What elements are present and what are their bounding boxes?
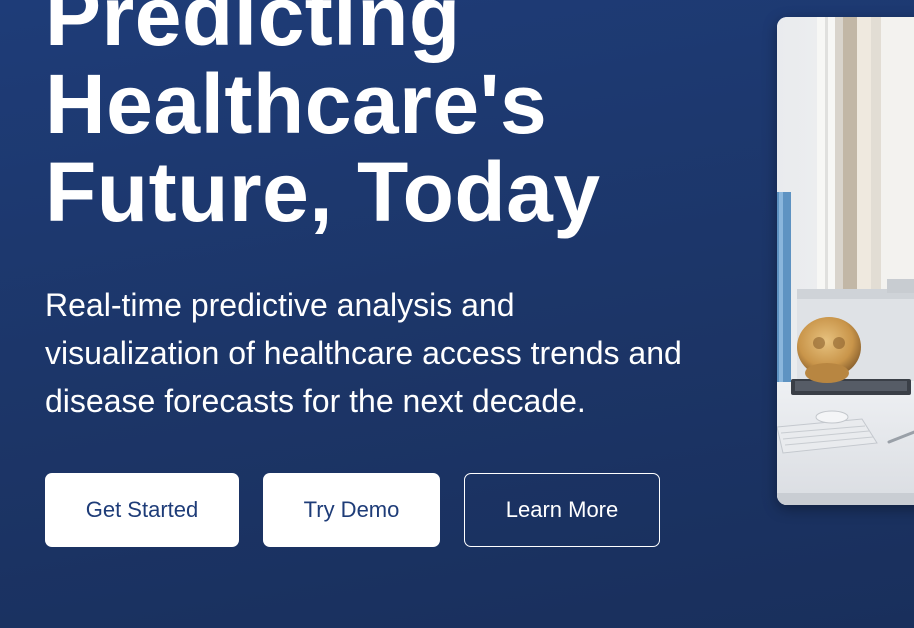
- get-started-button[interactable]: Get Started: [45, 473, 239, 547]
- hero-subtitle: Real-time predictive analysis and visual…: [45, 281, 785, 425]
- try-demo-label: Try Demo: [303, 497, 400, 522]
- hero-title-line-1: Predicting: [45, 0, 461, 63]
- try-demo-button[interactable]: Try Demo: [263, 473, 440, 547]
- hero-title: Predicting Healthcare's Future, Today: [45, 0, 765, 236]
- hero-subtitle-line-3: disease forecasts for the next decade.: [45, 383, 586, 419]
- get-started-label: Get Started: [85, 497, 199, 522]
- medical-office-photo: [777, 17, 914, 505]
- learn-more-button[interactable]: Learn More: [464, 473, 660, 547]
- hero-title-line-3: Future, Today: [45, 145, 601, 239]
- hero-subtitle-line-1: Real-time predictive analysis and: [45, 287, 515, 323]
- hero-subtitle-line-2: visualization of healthcare access trend…: [45, 335, 682, 371]
- hero-title-line-2: Healthcare's: [45, 57, 548, 151]
- learn-more-label: Learn More: [505, 497, 619, 522]
- hero-image: [777, 17, 914, 505]
